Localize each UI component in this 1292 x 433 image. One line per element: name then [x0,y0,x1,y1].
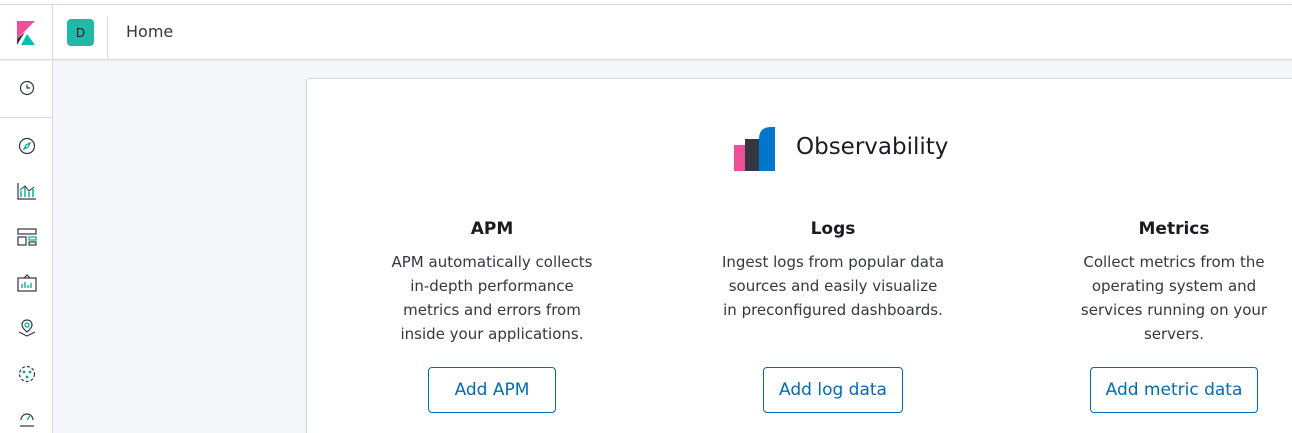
apm-title: APM [470,219,514,239]
nav-maps[interactable] [0,312,53,344]
observability-panel: Observability APM APM automatically coll… [306,78,1292,433]
breadcrumb-home[interactable]: Home [126,22,173,41]
ml-icon [18,365,35,383]
nav-discover[interactable] [0,130,53,162]
logs-title: Logs [810,219,856,239]
observability-logo-icon [734,127,775,171]
nav-separator [0,117,53,118]
kibana-logo-icon [17,20,35,45]
nav-recent[interactable] [0,72,53,104]
compass-icon [18,137,35,155]
dashboard-icon [16,228,37,246]
nav-metrics[interactable] [0,403,53,433]
metrics-description: Collect metrics from the operating syste… [1080,253,1268,343]
visualize-icon [16,183,36,200]
maps-icon [18,319,35,337]
clock-icon [19,80,34,96]
metrics-column: Metrics Collect metrics from the operati… [1059,219,1289,346]
canvas-icon [16,274,37,292]
kibana-logo-button[interactable] [0,5,53,60]
header-divider [107,17,108,59]
metrics-title: Metrics [1138,219,1210,239]
logs-description: Ingest logs from popular data sources an… [721,253,945,319]
side-nav [0,61,53,433]
top-header: D Home [0,5,1292,60]
nav-canvas[interactable] [0,267,53,299]
space-initial: D [75,25,86,40]
metrics-app-icon [19,413,34,427]
logs-column: Logs Ingest logs from popular data sourc… [718,219,948,322]
space-avatar[interactable]: D [67,19,94,46]
apm-column: APM APM automatically collects in-depth … [377,219,607,346]
nav-dashboard[interactable] [0,221,53,253]
observability-title: Observability [796,134,949,160]
nav-machine-learning[interactable] [0,358,53,390]
nav-visualize[interactable] [0,175,53,207]
add-apm-button[interactable]: Add APM [428,367,556,413]
add-metric-data-button[interactable]: Add metric data [1090,367,1258,413]
add-log-data-button[interactable]: Add log data [763,367,903,413]
apm-description: APM automatically collects in-depth perf… [391,253,593,343]
